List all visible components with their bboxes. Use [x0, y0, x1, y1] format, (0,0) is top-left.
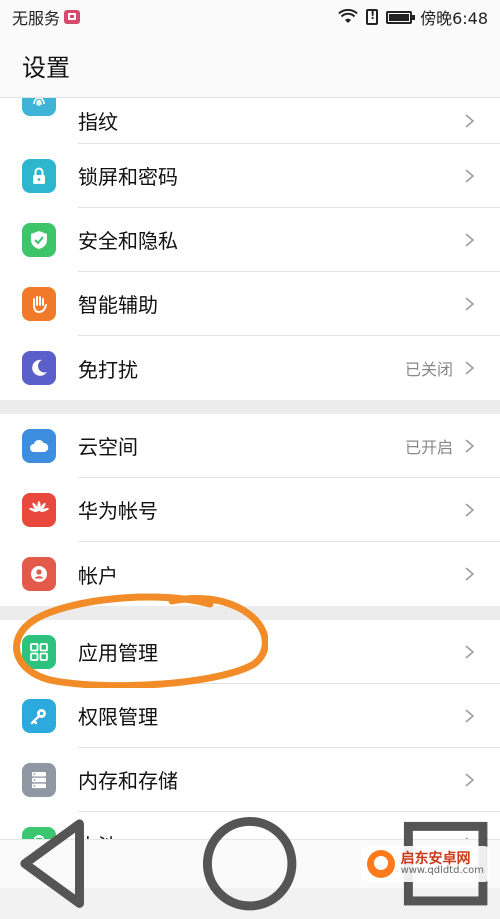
- back-triangle-icon[interactable]: [0, 809, 109, 918]
- settings-item-label: 智能辅助: [78, 293, 158, 317]
- settings-list[interactable]: 指纹 锁屏和密码 安全和隐私 智能辅助 免打扰 已关闭 云空间 已开启 华为帐号…: [0, 98, 500, 840]
- chevron-right-icon: [465, 438, 474, 453]
- settings-group-apps: 应用管理 权限管理 内存和存储 电池: [0, 620, 500, 840]
- settings-item-label: 内存和存储: [78, 769, 178, 793]
- storage-icon: [22, 763, 56, 797]
- status-left: 无服务: [12, 5, 81, 29]
- settings-group-account: 云空间 已开启 华为帐号 帐户: [0, 414, 500, 606]
- chevron-right-icon: [465, 567, 474, 581]
- watermark-name: 启东安卓网: [400, 851, 471, 867]
- settings-item-lockscreen[interactable]: 锁屏和密码: [0, 144, 500, 208]
- settings-item-permissions[interactable]: 权限管理: [0, 684, 500, 748]
- clock-text: 傍晚6:48: [420, 9, 488, 28]
- settings-item-label: 安全和隐私: [78, 229, 178, 253]
- settings-item-memory-storage[interactable]: 内存和存储: [0, 748, 500, 812]
- key-icon: [22, 699, 56, 733]
- page-title-bar: 设置: [0, 34, 500, 98]
- hand-icon: [22, 287, 56, 321]
- huawei-logo-icon: [22, 493, 56, 527]
- sim-card-icon: [64, 10, 81, 24]
- watermark-url: www.qdldtd.com: [400, 865, 484, 876]
- settings-item-app-management[interactable]: 应用管理: [0, 620, 500, 684]
- chevron-right-icon: [465, 113, 474, 128]
- lock-icon: [22, 159, 56, 193]
- carrier-text: 无服务: [12, 9, 61, 28]
- fingerprint-icon: [22, 98, 56, 116]
- chevron-right-icon: [465, 502, 474, 517]
- status-bar: 无服务 傍晚6:48: [0, 0, 500, 34]
- account-icon: [22, 557, 56, 591]
- group-divider: [0, 400, 500, 414]
- shield-icon: [22, 223, 56, 257]
- group-divider: [0, 606, 500, 620]
- chevron-right-icon: [465, 644, 474, 659]
- settings-item-label: 锁屏和密码: [78, 165, 178, 189]
- wifi-icon: [338, 9, 358, 23]
- watermark-logo-icon: [366, 850, 395, 878]
- chevron-right-icon: [465, 296, 474, 311]
- sim-alert-icon: [366, 9, 379, 25]
- settings-item-huawei-account[interactable]: 华为帐号: [0, 478, 500, 542]
- apps-grid-icon: [22, 635, 56, 669]
- settings-item-accounts[interactable]: 帐户: [0, 542, 500, 606]
- settings-item-fingerprint[interactable]: 指纹: [0, 98, 500, 144]
- settings-item-label: 指纹: [78, 110, 118, 134]
- status-value: 已关闭: [404, 360, 453, 379]
- chevron-right-icon: [465, 232, 474, 247]
- settings-item-label: 华为帐号: [78, 499, 158, 523]
- chevron-right-icon: [465, 361, 474, 375]
- home-circle-icon[interactable]: [195, 809, 304, 918]
- watermark: 启东安卓网 www.qdldtd.com: [360, 846, 490, 882]
- settings-item-label: 应用管理: [78, 641, 158, 665]
- settings-item-smart-assist[interactable]: 智能辅助: [0, 272, 500, 336]
- cloud-icon: [22, 429, 56, 463]
- page-title: 设置: [22, 54, 70, 82]
- settings-item-do-not-disturb[interactable]: 免打扰 已关闭: [0, 336, 500, 400]
- chevron-right-icon: [465, 168, 474, 183]
- settings-item-label: 免打扰: [78, 357, 138, 382]
- moon-icon: [22, 351, 56, 385]
- settings-item-security-privacy[interactable]: 安全和隐私: [0, 208, 500, 272]
- status-value: 已开启: [404, 437, 453, 457]
- settings-item-label: 权限管理: [78, 705, 158, 729]
- settings-item-label: 帐户: [78, 563, 118, 588]
- settings-group-security: 指纹 锁屏和密码 安全和隐私 智能辅助 免打扰 已关闭: [0, 98, 500, 400]
- chevron-right-icon: [465, 708, 474, 723]
- settings-item-label: 云空间: [78, 435, 138, 459]
- battery-icon: [386, 10, 416, 24]
- status-right: 傍晚6:48: [338, 5, 488, 29]
- settings-item-cloud[interactable]: 云空间 已开启: [0, 414, 500, 478]
- chevron-right-icon: [465, 772, 474, 787]
